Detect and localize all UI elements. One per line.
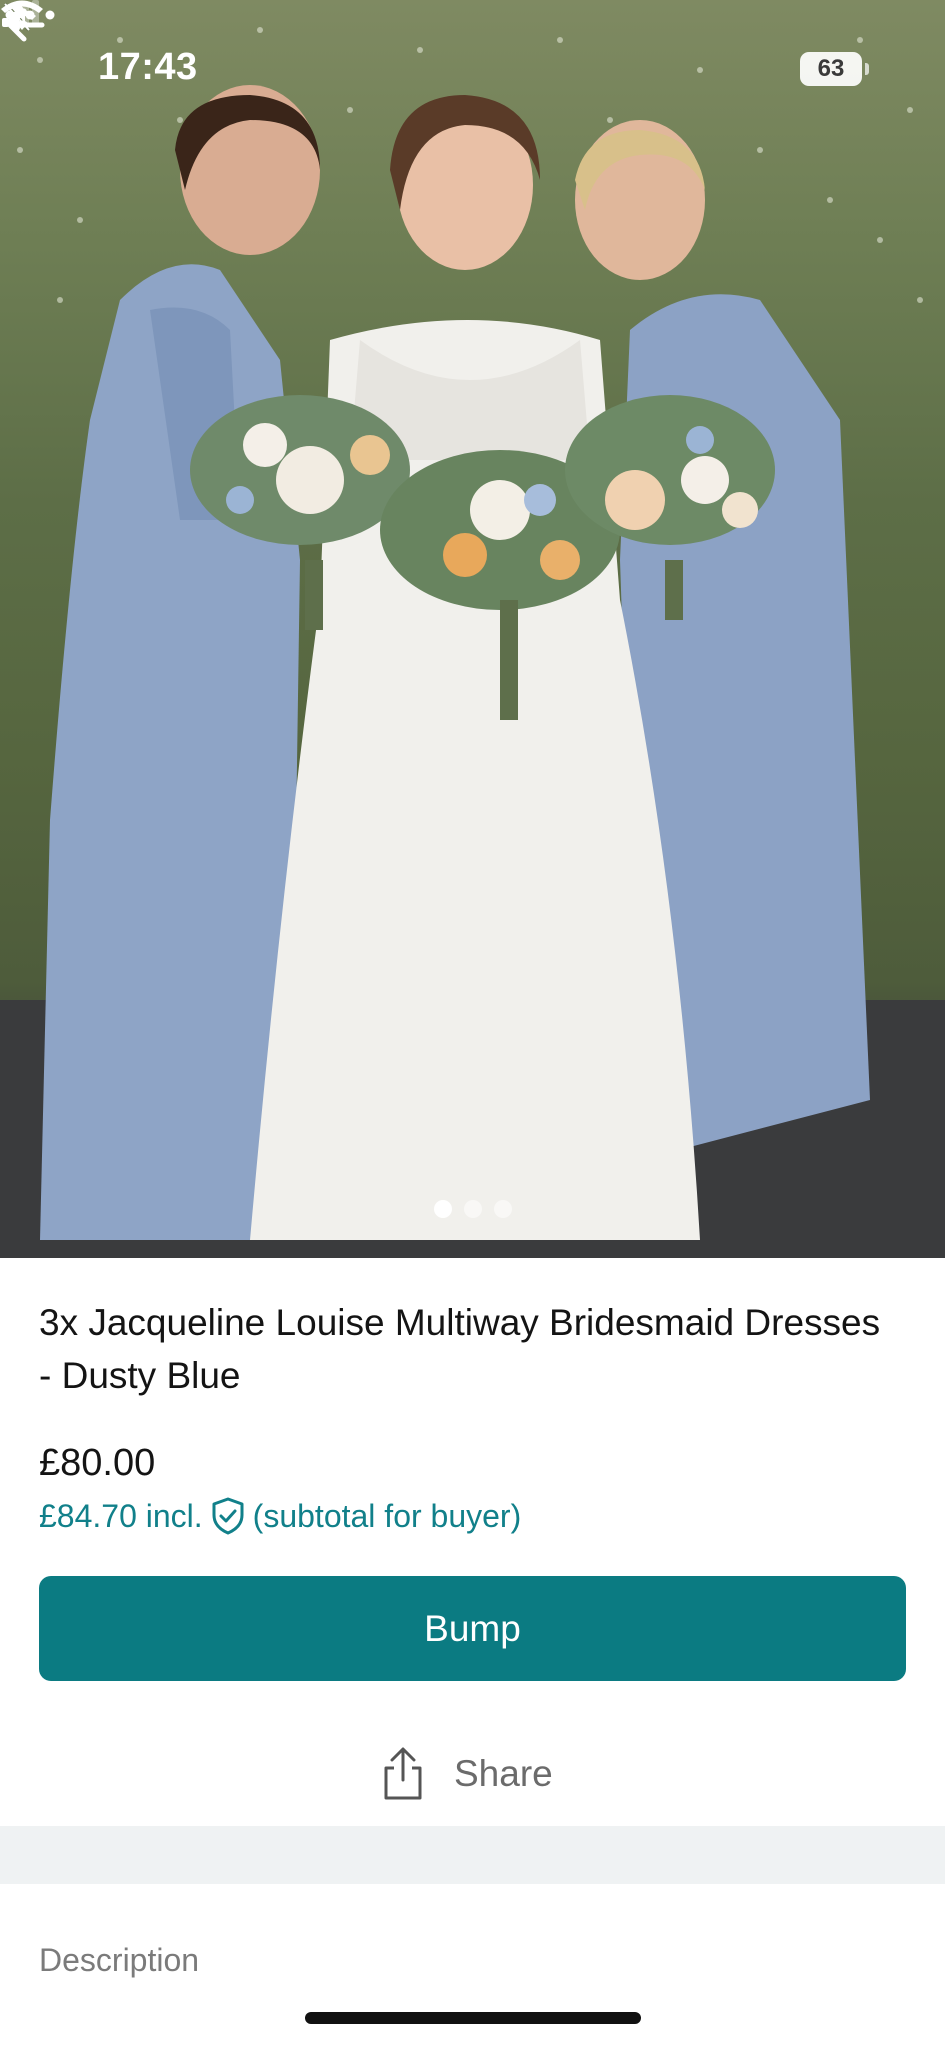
listing-price: £80.00 [39,1442,156,1484]
battery-indicator: 63 [800,52,869,86]
share-icon [384,1747,422,1800]
status-time: 17:43 [98,46,198,88]
carousel-dot[interactable] [433,1200,452,1218]
share-button[interactable]: Share [380,1742,553,1806]
home-indicator[interactable] [305,2012,641,2024]
carousel-indicator [0,1200,945,1218]
screen: 17:43 63 3x Jacqueline Louise Multiway B… [0,0,945,2048]
share-label: Share [454,1753,553,1794]
buyer-price: £84.70 incl. [39,1497,203,1534]
description-heading: Description [39,1942,200,1978]
carousel-dot[interactable] [493,1200,512,1218]
buyer-price-row[interactable]: £84.70 incl. (subtotal for buyer) [39,1496,521,1536]
listing-photo-illustration [0,27,945,1258]
listing-title: 3x Jacqueline Louise Multiway Bridesmaid… [39,1302,881,1396]
buyer-price-note: (subtotal for buyer) [252,1497,522,1534]
section-divider [0,1826,945,1884]
bump-button[interactable]: Bump [39,1576,906,1681]
carousel-dot[interactable] [463,1200,482,1218]
listing-photo[interactable]: 17:43 63 [0,0,945,1258]
more-horizontal-icon[interactable] [0,0,60,30]
shield-check-icon[interactable] [209,1496,247,1536]
